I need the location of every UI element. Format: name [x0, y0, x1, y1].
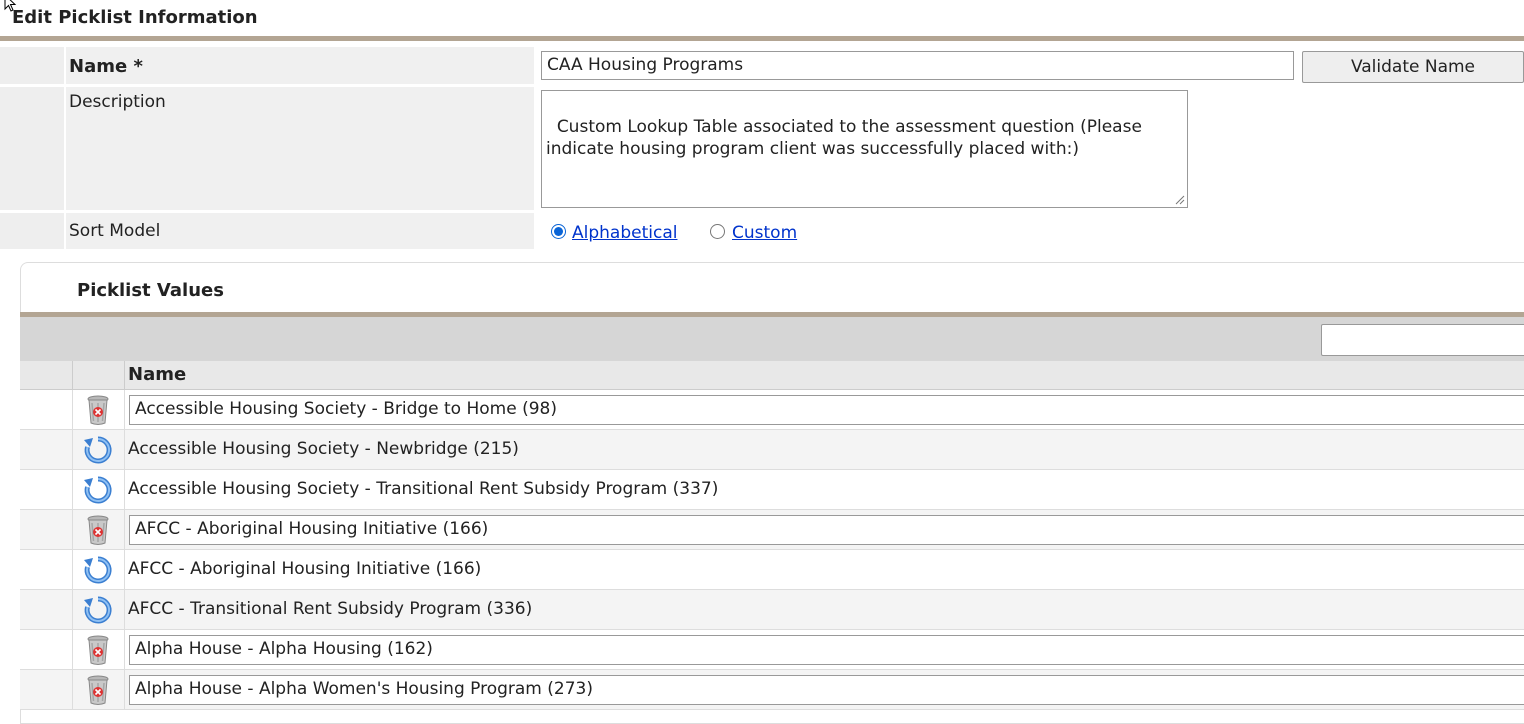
name-row-gutter: [0, 47, 64, 84]
validate-name-button[interactable]: Validate Name: [1302, 51, 1524, 83]
sort-model-label: Sort Model: [69, 221, 161, 241]
description-row-gutter: [0, 87, 64, 210]
column-header-name[interactable]: Name: [128, 364, 186, 385]
alphabetical-option-link[interactable]: Alphabetical: [572, 223, 677, 243]
page-title: Edit Picklist Information: [12, 7, 258, 28]
name-label: Name: [69, 56, 128, 77]
picklist-value-text: Accessible Housing Society - Newbridge (…: [128, 439, 519, 459]
picklist-filter-input[interactable]: [1321, 324, 1524, 356]
trash-icon[interactable]: [83, 634, 113, 666]
table-row: Accessible Housing Society - Transitiona…: [20, 470, 1524, 510]
picklist-table-header: [20, 361, 1524, 390]
resize-grip-icon[interactable]: [1175, 195, 1185, 205]
row-gutter-cell: [20, 630, 73, 669]
description-label-cell: Description: [66, 87, 534, 210]
table-row: Accessible Housing Society - Bridge to H…: [20, 390, 1524, 430]
alphabetical-radio[interactable]: [551, 224, 566, 239]
picklist-value-text: AFCC - Aboriginal Housing Initiative (16…: [128, 559, 482, 579]
picklist-value-input[interactable]: Accessible Housing Society - Bridge to H…: [129, 395, 1524, 425]
table-row: Accessible Housing Society - Newbridge (…: [20, 430, 1524, 470]
row-gutter-cell: [20, 590, 73, 629]
sort-label-cell: Sort Model: [66, 213, 534, 249]
row-gutter-cell: [20, 670, 73, 709]
picklist-value-input[interactable]: AFCC - Aboriginal Housing Initiative (16…: [129, 515, 1524, 545]
picklist-value-input[interactable]: Alpha House - Alpha Women's Housing Prog…: [129, 675, 1524, 705]
header-separator: [124, 361, 125, 389]
description-textarea[interactable]: Custom Lookup Table associated to the as…: [541, 90, 1188, 208]
restore-icon[interactable]: [83, 434, 113, 466]
table-row: AFCC - Aboriginal Housing Initiative (16…: [20, 550, 1524, 590]
row-gutter-cell: [20, 470, 73, 509]
row-gutter-cell: [20, 390, 73, 429]
restore-icon[interactable]: [83, 474, 113, 506]
name-label-cell: Name *: [66, 47, 534, 84]
trash-icon[interactable]: [83, 514, 113, 546]
picklist-value-input[interactable]: Alpha House - Alpha Housing (162): [129, 635, 1524, 665]
table-row: AFCC - Transitional Rent Subsidy Program…: [20, 590, 1524, 630]
restore-icon[interactable]: [83, 594, 113, 626]
custom-option-link[interactable]: Custom: [732, 223, 797, 243]
picklist-value-text: Accessible Housing Society - Transitiona…: [128, 479, 719, 499]
table-row: Alpha House - Alpha Housing (162): [20, 630, 1524, 670]
picklist-title: Picklist Values: [77, 280, 224, 301]
trash-icon[interactable]: [83, 394, 113, 426]
description-text: Custom Lookup Table associated to the as…: [546, 117, 1142, 159]
table-row: Alpha House - Alpha Women's Housing Prog…: [20, 670, 1524, 710]
picklist-toolbar: [20, 317, 1524, 361]
picklist-value-text: AFCC - Transitional Rent Subsidy Program…: [128, 599, 533, 619]
title-divider: [0, 36, 1524, 41]
name-input[interactable]: CAA Housing Programs: [541, 51, 1294, 80]
custom-radio[interactable]: [710, 224, 725, 239]
table-row: AFCC - Aboriginal Housing Initiative (16…: [20, 510, 1524, 550]
trash-icon[interactable]: [83, 674, 113, 706]
description-label: Description: [69, 92, 166, 112]
sort-row-gutter: [0, 213, 64, 249]
restore-icon[interactable]: [83, 554, 113, 586]
row-gutter-cell: [20, 550, 73, 589]
header-separator: [72, 361, 73, 389]
row-gutter-cell: [20, 510, 73, 549]
row-gutter-cell: [20, 430, 73, 469]
required-mark: *: [133, 56, 143, 77]
